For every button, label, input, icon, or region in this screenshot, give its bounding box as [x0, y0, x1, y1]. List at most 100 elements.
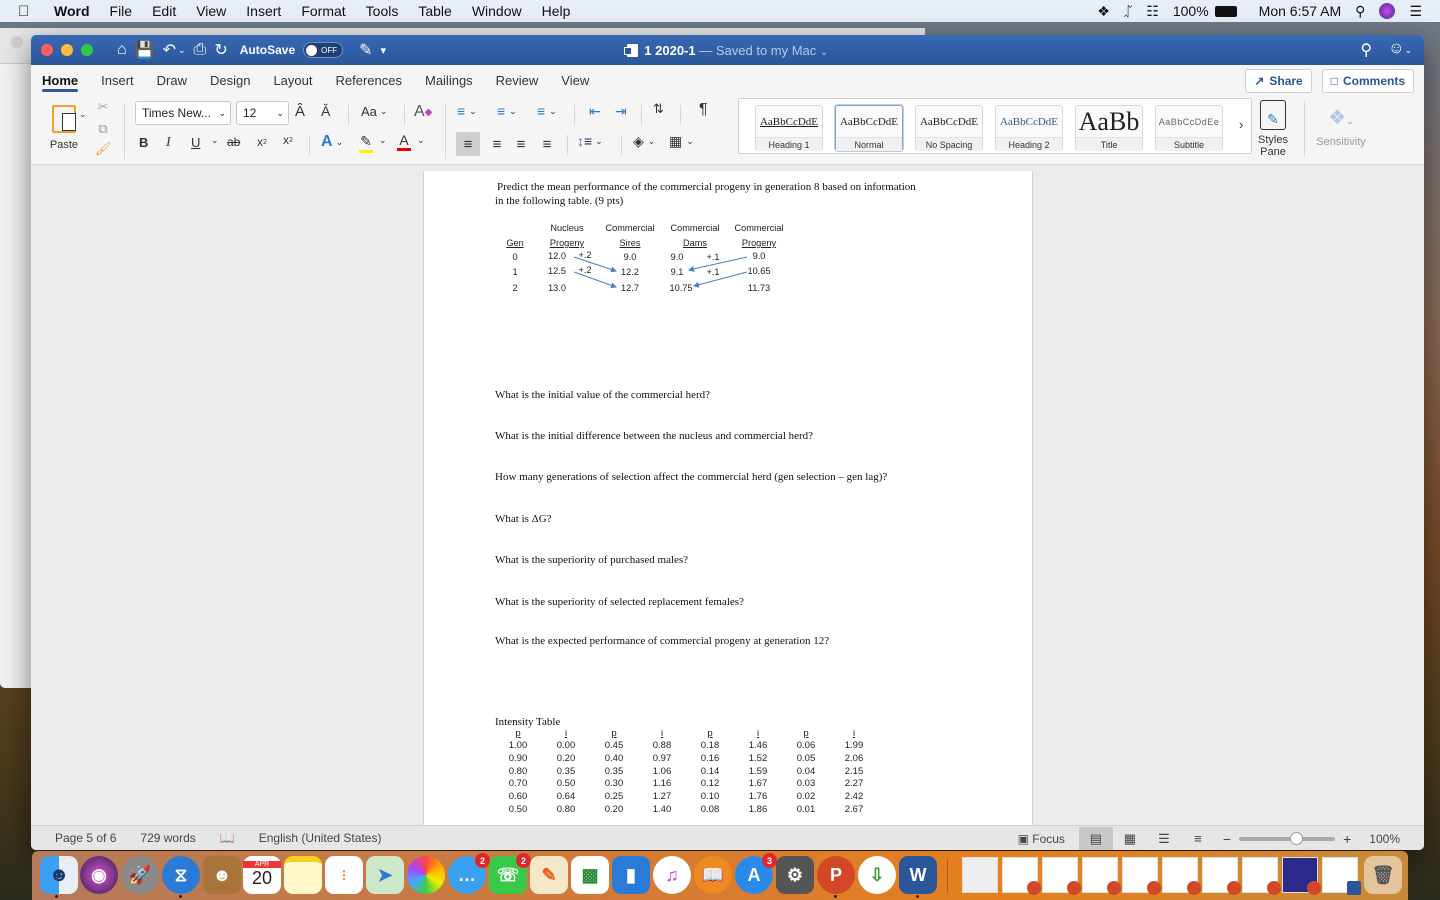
change-case-button[interactable]: Aa ⌄ [361, 104, 387, 119]
notification-center-icon[interactable]: ☰ [1409, 3, 1422, 20]
zoom-level[interactable]: 100% [1369, 832, 1400, 846]
itunes-icon[interactable]: ♫ [653, 856, 691, 894]
focus-button[interactable]: ▣ Focus [1018, 832, 1065, 846]
feedback-smiley-icon[interactable]: ☺⌄ [1388, 40, 1412, 60]
background-window-close[interactable] [11, 36, 23, 48]
tab-home[interactable]: Home [42, 65, 79, 95]
strikethrough-button[interactable]: ab [227, 135, 240, 149]
clear-formatting-icon[interactable]: A ◆ [414, 103, 432, 121]
system-preferences-icon[interactable]: ⚙ [776, 856, 814, 894]
show-formatting-marks-icon[interactable]: ¶ [699, 101, 708, 119]
tab-insert[interactable]: Insert [101, 65, 134, 95]
font-color-dropdown-chevron-icon[interactable]: ⌄ [417, 135, 425, 146]
bullets-icon[interactable]: ≡ ⌄ [457, 103, 477, 119]
proofing-icon[interactable]: 📖 [220, 831, 235, 845]
save-icon[interactable]: 💾 [135, 40, 155, 60]
word-dock-icon[interactable]: W [899, 856, 937, 894]
sort-icon[interactable]: ⇅ [653, 101, 664, 117]
launchpad-icon[interactable]: 🚀 [121, 856, 159, 894]
finder-icon[interactable]: ☻ [40, 856, 78, 894]
recent-powerpoint-file[interactable] [1162, 857, 1201, 895]
zoom-out-button[interactable]: − [1223, 831, 1231, 847]
recent-powerpoint-file[interactable] [1002, 857, 1041, 895]
font-color-icon[interactable]: A [397, 132, 411, 151]
style-normal[interactable]: AaBbCcDdE Normal [835, 105, 903, 151]
tab-design[interactable]: Design [210, 65, 250, 95]
highlight-color-icon[interactable]: ✎ [359, 133, 373, 153]
search-icon[interactable]: ⚲ [1360, 40, 1372, 60]
sensitivity-button[interactable]: ❖⌄ Sensitivity [1313, 99, 1369, 153]
siri-icon[interactable] [1379, 3, 1396, 19]
siri-dock-icon[interactable]: ◉ [80, 856, 118, 894]
style-subtitle[interactable]: AaBbCcDdEe Subtitle [1155, 105, 1223, 151]
messages-icon[interactable]: … 2 [448, 853, 490, 894]
tab-mailings[interactable]: Mailings [425, 65, 473, 95]
calendar-icon[interactable]: APR 20 [243, 856, 281, 894]
dropbox-icon[interactable]: ❖ [1097, 3, 1110, 20]
styles-gallery-next-icon[interactable]: › [1239, 117, 1243, 132]
menu-tools[interactable]: Tools [366, 3, 399, 19]
style-heading-1[interactable]: AaBbCcDdE Heading 1 [755, 105, 823, 151]
powerpoint-icon[interactable]: P [817, 856, 855, 894]
menu-insert[interactable]: Insert [246, 3, 281, 19]
word-count[interactable]: 729 words [140, 831, 195, 845]
superscript-button[interactable]: x2 [283, 133, 293, 147]
microsoft-autoupdate-icon[interactable]: ⇩ [858, 856, 896, 894]
bold-button[interactable]: B [139, 135, 148, 150]
notes-icon[interactable] [284, 856, 322, 894]
page-indicator[interactable]: Page 5 of 6 [55, 831, 116, 845]
undo-icon[interactable]: ↶ [163, 40, 176, 60]
home-icon[interactable]: ⌂ [117, 41, 127, 59]
draft-view-button[interactable]: ≡ [1181, 827, 1215, 851]
align-center-button[interactable]: ≡ [487, 132, 507, 156]
outline-view-button[interactable]: ☰ [1147, 827, 1181, 851]
language[interactable]: English (United States) [259, 831, 382, 845]
increase-indent-icon[interactable]: ⇥ [615, 103, 627, 120]
apple-menu-icon[interactable]:  [18, 3, 36, 20]
align-right-button[interactable]: ≡ [511, 132, 531, 156]
redo-icon[interactable]: ↻ [214, 40, 227, 60]
edit-document-icon[interactable]: ✎ [359, 40, 372, 60]
menu-file[interactable]: File [110, 3, 133, 19]
format-painter-icon[interactable]: 🖌 [95, 141, 112, 157]
paste-button[interactable]: Paste [43, 99, 85, 157]
paste-options-chevron-icon[interactable]: ⌄ [79, 109, 87, 120]
customize-toolbar-icon[interactable]: ▾ [381, 44, 387, 57]
underline-button[interactable]: U [191, 135, 200, 150]
autosave-toggle[interactable]: OFF [303, 42, 344, 58]
underline-dropdown-chevron-icon[interactable]: ⌄ [211, 135, 219, 146]
numbers-icon[interactable]: ▩ [571, 856, 609, 894]
menu-view[interactable]: View [196, 3, 226, 19]
menu-edit[interactable]: Edit [152, 3, 176, 19]
menu-window[interactable]: Window [472, 3, 522, 19]
menu-table[interactable]: Table [418, 3, 451, 19]
pages-icon[interactable]: ✎ [530, 856, 568, 894]
wifi-icon[interactable]: ☷ [1146, 3, 1159, 20]
font-name-dropdown[interactable]: Times New... ⌄ [135, 101, 231, 125]
comments-button[interactable]: □ Comments [1321, 69, 1414, 93]
minimize-window-button[interactable] [61, 44, 73, 56]
trash-icon[interactable]: 🗑 [1364, 856, 1402, 894]
multilevel-list-icon[interactable]: ≡ ⌄ [537, 103, 557, 119]
recent-powerpoint-file[interactable] [1122, 857, 1161, 895]
align-left-button[interactable]: ≡ [456, 132, 480, 156]
recent-powerpoint-file[interactable] [1082, 857, 1121, 895]
undo-dropdown-chevron-icon[interactable]: ⌄ [178, 45, 186, 56]
maps-icon[interactable]: ➤ [366, 856, 404, 894]
document-stack-icon[interactable] [962, 857, 998, 893]
italic-button[interactable]: I [166, 135, 171, 151]
keynote-icon[interactable]: ▮ [612, 856, 650, 894]
decrease-font-size-icon[interactable]: Ǎ [321, 103, 330, 119]
zoom-window-button[interactable] [81, 44, 93, 56]
tab-layout[interactable]: Layout [273, 65, 312, 95]
menu-help[interactable]: Help [542, 3, 571, 19]
copy-icon[interactable]: ⧉ [95, 121, 111, 137]
decrease-indent-icon[interactable]: ⇤ [589, 103, 601, 120]
line-spacing-icon[interactable]: ↕ ≡ ⌄ [577, 133, 603, 149]
style-no-spacing[interactable]: AaBbCcDdE No Spacing [915, 105, 983, 151]
style-title[interactable]: AaBb Title [1075, 105, 1143, 151]
justify-button[interactable]: ≡ [537, 132, 557, 156]
style-heading-2[interactable]: AaBbCcDdE Heading 2 [995, 105, 1063, 151]
shading-icon[interactable]: ◈ ⌄ [633, 133, 655, 150]
numbering-icon[interactable]: ≡ ⌄ [497, 103, 517, 119]
